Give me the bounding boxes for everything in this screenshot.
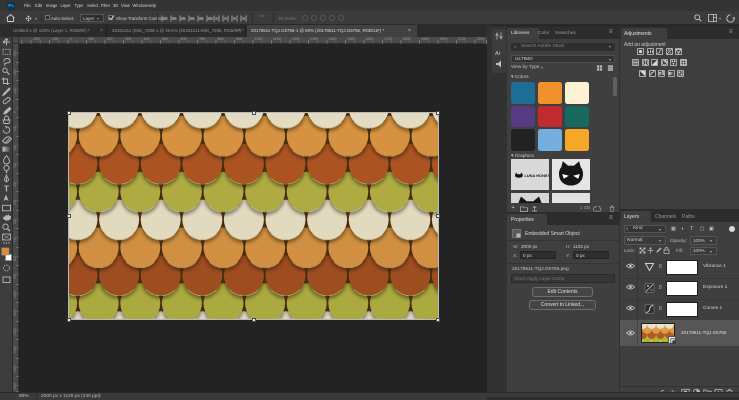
svg-text:LUNA HONEY: LUNA HONEY	[525, 173, 550, 178]
svg-text:T: T	[4, 184, 10, 194]
